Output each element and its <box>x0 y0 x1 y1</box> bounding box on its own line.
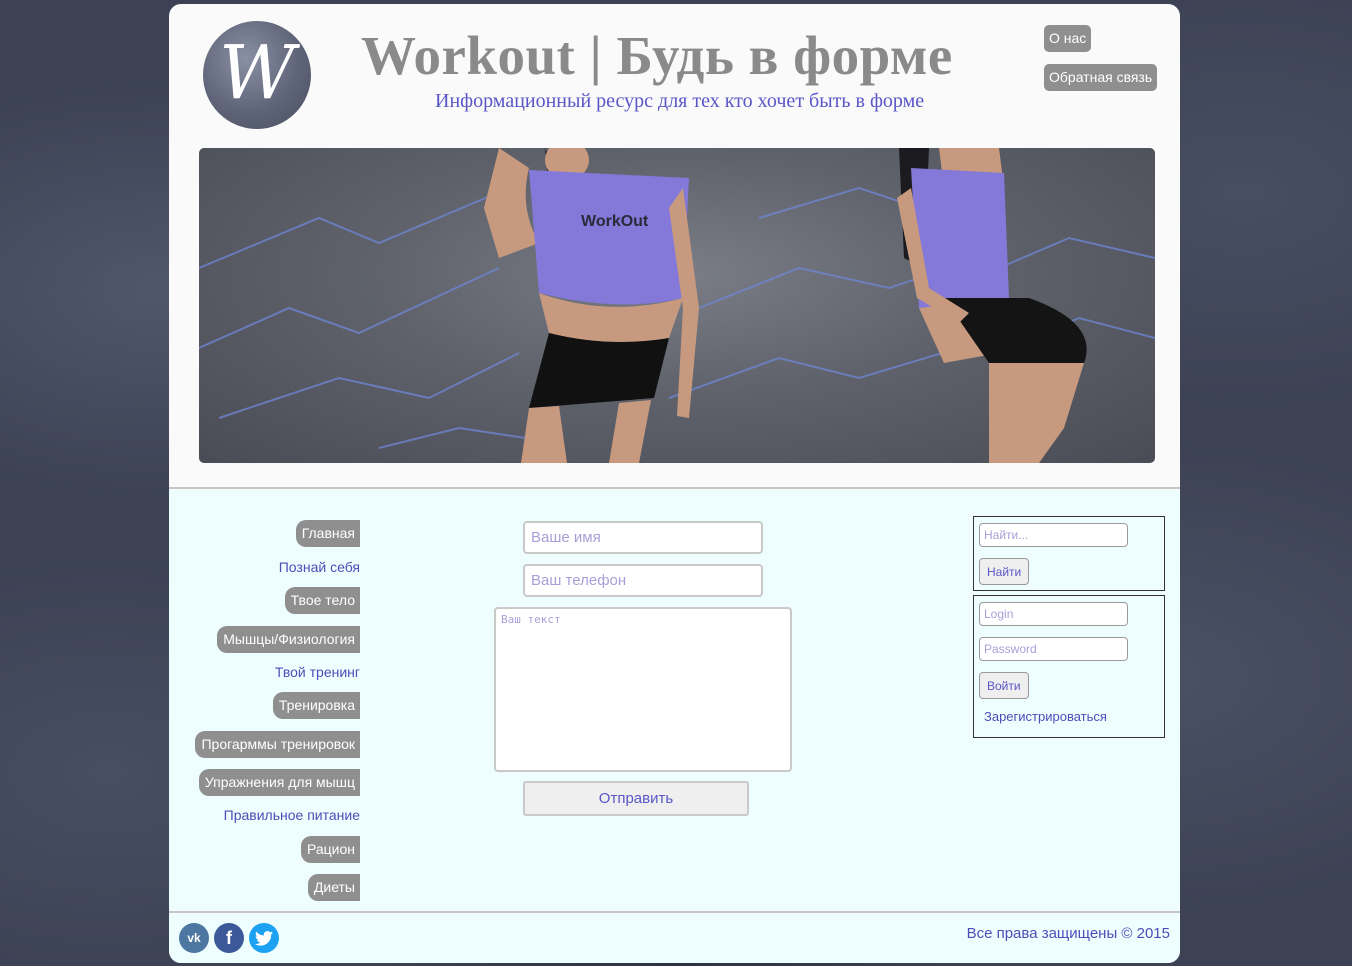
nav-item-muscles-physiology[interactable]: Мышцы/Физиология <box>217 626 360 653</box>
figure-right <box>897 148 1087 463</box>
search-panel: Найти <box>973 516 1165 591</box>
nav-item-proper-nutrition[interactable]: Правильное питание <box>224 805 360 825</box>
about-button[interactable]: О нас <box>1044 25 1092 52</box>
site-subtitle: Информационный ресурс для тех кто хочет … <box>435 90 925 112</box>
site-logo[interactable]: W <box>203 21 311 129</box>
message-textarea[interactable] <box>494 607 792 772</box>
site-title: Workout | Будь в форме <box>361 25 953 86</box>
nav-item-diet-plan[interactable]: Рацион <box>300 836 360 863</box>
login-panel: Войти Зарегистрироваться <box>973 595 1165 738</box>
banner-illustration: WorkOut <box>199 148 1155 463</box>
nav-item-know-yourself[interactable]: Познай себя <box>279 557 360 577</box>
twitter-icon[interactable] <box>249 923 279 953</box>
nav-item-your-body[interactable]: Твое тело <box>284 587 360 614</box>
feedback-button[interactable]: Обратная связь <box>1044 64 1158 91</box>
vk-icon[interactable]: vk <box>179 923 209 953</box>
footer: vk f Все права защищены © 2015 <box>169 913 1180 963</box>
login-button[interactable]: Войти <box>979 672 1029 699</box>
search-input[interactable] <box>979 523 1128 547</box>
nav-item-muscle-exercises[interactable]: Упражнения для мышц <box>198 769 360 796</box>
header-divider <box>169 487 1180 489</box>
login-input[interactable] <box>979 602 1128 626</box>
submit-button[interactable]: Отправить <box>523 781 749 816</box>
copyright-text: Все права защищены © 2015 <box>966 925 1170 942</box>
main-content: Главная Познай себя Твое тело Мышцы/Физи… <box>169 490 1180 911</box>
twitter-bird-glyph <box>255 930 273 946</box>
figure-left: WorkOut <box>484 148 699 463</box>
password-input[interactable] <box>979 637 1128 661</box>
hero-banner: WorkOut <box>199 148 1155 463</box>
search-button[interactable]: Найти <box>979 558 1030 585</box>
nav-item-diets[interactable]: Диеты <box>307 874 360 901</box>
register-link[interactable]: Зарегистрироваться <box>984 709 1107 724</box>
nav-item-your-training[interactable]: Твой тренинг <box>275 662 360 682</box>
nav-item-workout[interactable]: Тренировка <box>272 692 360 719</box>
phone-input[interactable] <box>523 564 763 597</box>
nav-item-training-programs[interactable]: Прогарммы тренировок <box>195 731 360 758</box>
shirt-text: WorkOut <box>581 213 649 230</box>
nav-item-home[interactable]: Главная <box>295 520 360 547</box>
logo-letter: W <box>218 30 296 116</box>
facebook-icon[interactable]: f <box>214 923 244 953</box>
name-input[interactable] <box>523 521 763 554</box>
page-container: W Workout | Будь в форме Информационный … <box>169 4 1180 963</box>
